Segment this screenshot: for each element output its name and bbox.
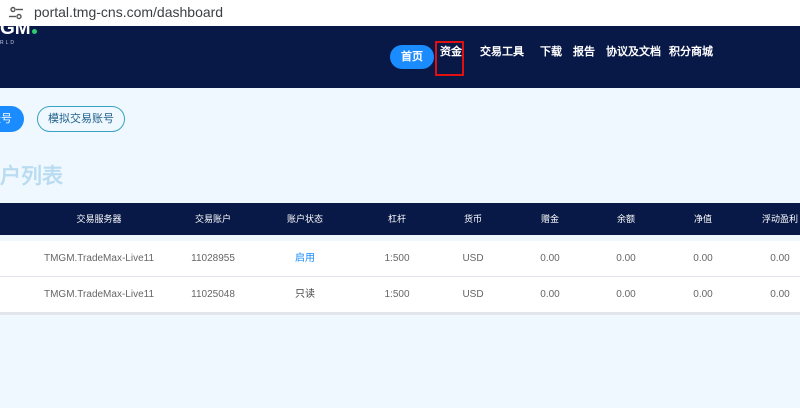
cell-leverage: 1:500 xyxy=(384,253,410,264)
table-header: 交易服务器 交易账户 账户状态 杠杆 货币 赠金 余额 净值 浮动盈利 xyxy=(0,203,800,235)
cell-status-link[interactable]: 启用 xyxy=(295,241,315,276)
cell-server: TMGM.TradeMax-Live11 xyxy=(43,253,155,264)
page-title: 户列表 xyxy=(0,165,63,188)
col-header-server: 交易服务器 xyxy=(76,214,122,224)
cell-account: 11028955 xyxy=(191,253,235,264)
browser-address-bar[interactable]: portal.tmg-cns.com/dashboard xyxy=(0,0,800,27)
url-text[interactable]: portal.tmg-cns.com/dashboard xyxy=(34,4,223,20)
cell-bonus: 0.00 xyxy=(540,289,560,300)
nav-agreements[interactable]: 协议及文档 xyxy=(606,43,661,59)
col-header-leverage: 杠杆 xyxy=(387,214,407,224)
demo-account-button[interactable]: 模拟交易账号 xyxy=(37,106,125,132)
nav-home-button[interactable]: 首页 xyxy=(390,45,434,69)
col-header-equity: 净值 xyxy=(693,214,713,224)
cell-floating-pl: 0.00 xyxy=(770,253,790,264)
funds-highlight-box xyxy=(435,41,464,76)
cell-bonus: 0.00 xyxy=(540,253,560,264)
cell-status: 只读 xyxy=(295,289,315,300)
cell-floating-pl: 0.00 xyxy=(770,289,790,300)
cell-balance: 0.00 xyxy=(616,253,636,264)
logo-dot-icon xyxy=(31,29,37,34)
cell-currency: USD xyxy=(462,289,484,300)
nav-download[interactable]: 下载 xyxy=(540,43,562,59)
nav-trade-tools[interactable]: 交易工具 xyxy=(480,43,524,59)
brand-logo[interactable]: GM xyxy=(0,18,37,40)
logo-subtext: RLD xyxy=(0,40,17,46)
nav-points-mall[interactable]: 积分商城 xyxy=(669,43,713,59)
live-account-button[interactable]: 账号 xyxy=(0,106,24,132)
nav-reports[interactable]: 报告 xyxy=(573,43,595,59)
cell-account: 11025048 xyxy=(191,289,235,300)
table-row[interactable]: TMGM.TradeMax-Live11 11028955 启用 1:500 U… xyxy=(0,241,800,279)
cell-balance: 0.00 xyxy=(616,289,636,300)
col-header-currency: 货币 xyxy=(463,214,483,224)
cell-equity: 0.00 xyxy=(693,253,713,264)
col-header-bonus: 赠金 xyxy=(540,214,560,224)
cell-leverage: 1:500 xyxy=(384,289,410,300)
cell-currency: USD xyxy=(462,253,484,264)
cell-equity: 0.00 xyxy=(693,289,713,300)
table-row[interactable]: TMGM.TradeMax-Live11 11025048 只读 1:500 U… xyxy=(0,277,800,315)
col-header-status: 账户状态 xyxy=(286,214,324,224)
logo-text: GM xyxy=(0,18,31,39)
col-header-account: 交易账户 xyxy=(194,214,232,224)
col-header-floating-pl: 浮动盈利 xyxy=(761,214,799,224)
col-header-balance: 余额 xyxy=(616,214,636,224)
cell-server: TMGM.TradeMax-Live11 xyxy=(43,289,155,300)
